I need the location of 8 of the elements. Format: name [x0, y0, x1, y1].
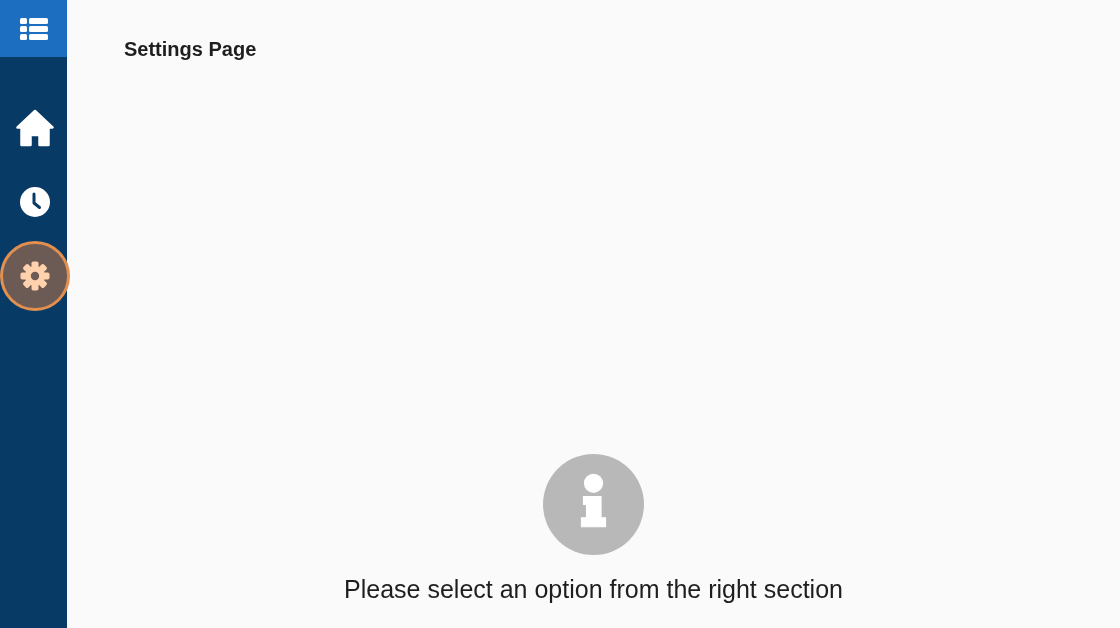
empty-state-message: Please select an option from the right section [344, 575, 843, 604]
page-title: Settings Page [124, 38, 257, 61]
info-icon [543, 454, 644, 555]
home-icon [16, 109, 54, 147]
list-icon [19, 17, 48, 40]
settings-icon [20, 261, 50, 291]
clock-icon [20, 187, 50, 217]
menu-button[interactable] [0, 0, 67, 57]
